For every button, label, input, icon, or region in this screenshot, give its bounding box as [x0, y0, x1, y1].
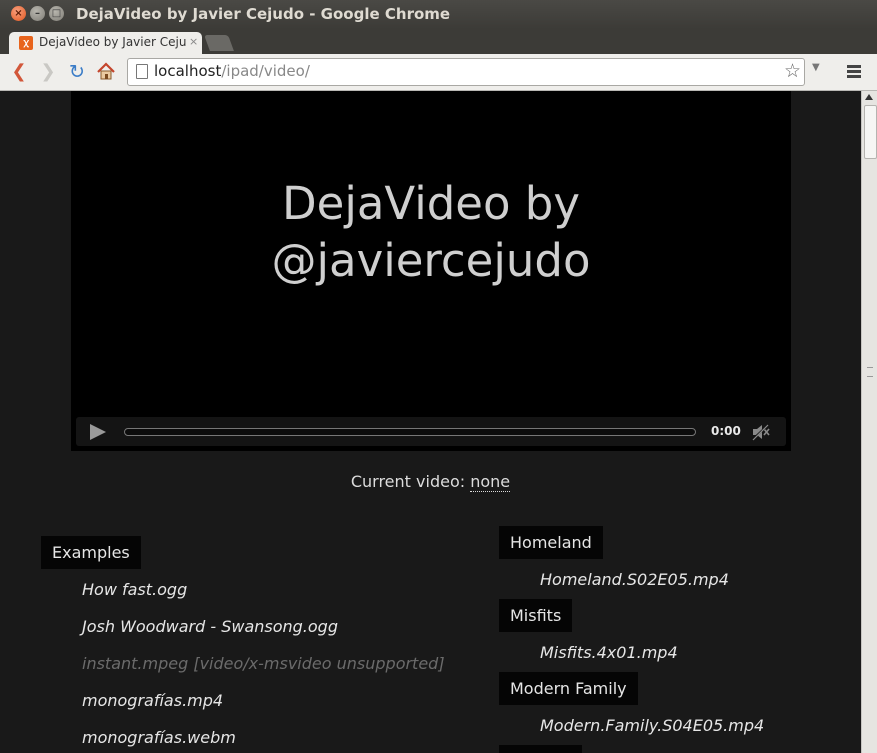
video-title-line1: DejaVideo by [282, 177, 580, 230]
file-item[interactable]: Homeland.S02E05.mp4 [540, 570, 729, 589]
chevron-down-icon[interactable]: ▼ [812, 62, 820, 73]
file-item[interactable]: Misfits.4x01.mp4 [540, 643, 678, 662]
tab-dejavideo[interactable]: ꭓ DejaVideo by Javier Cejudo × [9, 32, 202, 54]
bookmark-star-icon[interactable]: ☆ [784, 60, 801, 82]
current-video-label: Current video: [350, 472, 466, 491]
window-maximize-button[interactable]: □ [49, 6, 64, 21]
file-item-unsupported: instant.mpeg [video/x-msvideo unsupporte… [82, 654, 445, 673]
new-tab-button[interactable] [204, 35, 234, 51]
video-controls: 0:00 [76, 417, 786, 446]
video-player[interactable]: DejaVideo by @javiercejudo 0:00 [71, 91, 791, 451]
scrollbar-grip-icon [867, 367, 873, 377]
url-host: localhost [154, 62, 222, 80]
current-video-line: Current video: none [0, 472, 861, 492]
address-bar[interactable]: localhost/ipad/video/ ☆ [127, 58, 805, 86]
forward-arrow-icon[interactable]: ❯ [37, 61, 59, 83]
video-title-line2: @javiercejudo [271, 234, 591, 287]
page-icon [136, 64, 148, 79]
mute-icon[interactable] [751, 422, 771, 442]
time-display: 0:00 [711, 424, 741, 438]
file-item[interactable]: monografías.mp4 [82, 691, 223, 710]
back-arrow-icon[interactable]: ❮ [8, 61, 30, 83]
group-label-misfits[interactable]: Misfits [499, 599, 573, 632]
group-label-examples[interactable]: Examples [41, 536, 141, 569]
seek-bar[interactable] [124, 428, 696, 436]
window-minimize-button[interactable]: – [30, 6, 45, 21]
file-item[interactable]: Josh Woodward - Swansong.ogg [82, 617, 338, 636]
file-item[interactable]: monografías.webm [82, 728, 236, 747]
file-item[interactable]: Modern.Family.S04E05.mp4 [540, 716, 764, 735]
file-item[interactable]: How fast.ogg [82, 580, 187, 599]
xampp-favicon-icon: ꭓ [19, 36, 33, 50]
video-poster-title: DejaVideo by @javiercejudo [71, 175, 791, 289]
tab-close-icon[interactable]: × [189, 35, 198, 48]
url-path: /ipad/video/ [221, 62, 310, 80]
page-scrollbar[interactable] [861, 91, 877, 753]
menu-icon[interactable] [847, 65, 861, 80]
window-titlebar: × – □ DejaVideo by Javier Cejudo - Googl… [0, 0, 877, 29]
browser-toolbar: ❮ ❯ ↻ localhost/ipad/video/ ☆ ▼ [0, 54, 877, 91]
group-label-partial[interactable] [499, 745, 582, 753]
current-video-link[interactable]: none [470, 472, 511, 492]
tab-title: DejaVideo by Javier Cejudo [39, 35, 187, 49]
page-viewport: DejaVideo by @javiercejudo 0:00 Current … [0, 91, 861, 753]
group-label-modern-family[interactable]: Modern Family [499, 672, 638, 705]
play-icon[interactable] [90, 424, 106, 440]
scrollbar-thumb[interactable] [864, 105, 877, 159]
tab-strip: ꭓ DejaVideo by Javier Cejudo × [0, 29, 877, 54]
reload-icon[interactable]: ↻ [66, 61, 88, 83]
window-close-button[interactable]: × [11, 6, 26, 21]
scroll-up-arrow-icon[interactable] [865, 94, 873, 100]
url-text[interactable]: localhost/ipad/video/ [154, 62, 310, 80]
home-icon[interactable] [95, 61, 117, 83]
window-title: DejaVideo by Javier Cejudo - Google Chro… [76, 5, 451, 23]
group-label-homeland[interactable]: Homeland [499, 526, 603, 559]
